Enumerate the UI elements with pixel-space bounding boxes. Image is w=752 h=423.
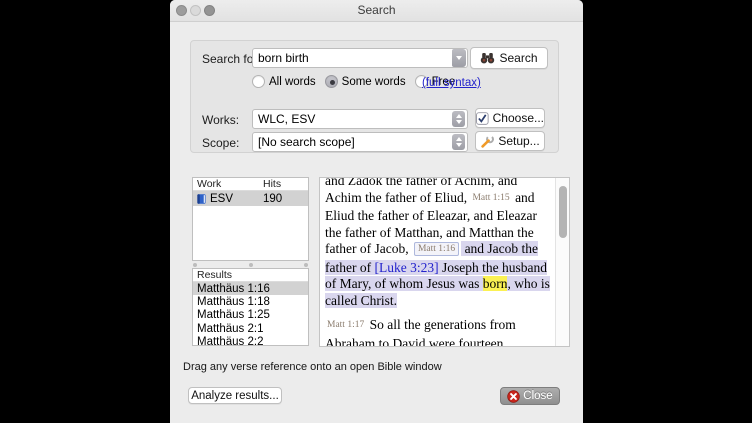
choose-button-label: Choose... (493, 111, 544, 125)
results-header: Results (193, 269, 308, 282)
verse-reference-label[interactable]: Matt 1:15 (470, 193, 511, 203)
verse-paragraph: and Zadok the father of Achim, and Achim… (325, 178, 552, 309)
desktop-background: Search Search for: (0, 0, 752, 423)
result-item[interactable]: Matthäus 2:1 (193, 322, 308, 335)
selected-verse-reference[interactable]: Matt 1:16 (414, 242, 459, 256)
scope-popup[interactable]: [No search scope] (252, 132, 468, 152)
result-item[interactable]: Matthäus 1:16 (193, 282, 308, 295)
choose-works-button[interactable]: Choose... (475, 108, 545, 128)
radio-icon (252, 75, 265, 88)
traffic-lights (176, 5, 215, 16)
window-title: Search (170, 0, 583, 21)
splitter-handle (304, 263, 308, 267)
up-down-stepper-icon (452, 111, 465, 127)
hits-table-header[interactable]: Work Hits (193, 178, 308, 191)
works-label: Works: (202, 113, 239, 127)
column-header-work[interactable]: Work (193, 178, 263, 190)
scope-popup-value: [No search scope] (253, 135, 452, 149)
checkbox-checked-icon (476, 112, 489, 125)
works-popup-value: WLC, ESV (253, 112, 452, 126)
full-syntax-link[interactable]: (full syntax) (422, 77, 481, 89)
book-icon (196, 193, 207, 205)
results-items: Matthäus 1:16Matthäus 1:18Matthäus 1:25M… (193, 282, 308, 346)
splitter-handle (249, 263, 253, 267)
result-item[interactable]: Matthäus 2:2 (193, 335, 308, 346)
splitter-handle (193, 263, 197, 267)
search-hit-highlight: born (483, 276, 508, 291)
search-button[interactable]: Search (470, 47, 548, 69)
up-down-stepper-icon (452, 134, 465, 150)
radio-label: All words (269, 76, 316, 88)
scope-setup-button[interactable]: Setup... (475, 131, 545, 151)
drag-hint-text: Drag any verse reference onto an open Bi… (183, 361, 442, 373)
vertical-scrollbar[interactable] (555, 178, 569, 346)
radio-icon (325, 75, 338, 88)
work-name: ESV (210, 193, 233, 205)
cross-reference-link[interactable]: [Luke 3:23] (374, 260, 438, 275)
window-titlebar[interactable]: Search (170, 0, 583, 22)
result-item[interactable]: Matthäus 1:18 (193, 295, 308, 308)
column-header-hits[interactable]: Hits (263, 178, 281, 190)
search-input-combo (252, 48, 468, 68)
close-button-label: Close (523, 390, 552, 402)
hits-table-rows: ESV 190 (193, 191, 308, 206)
works-popup[interactable]: WLC, ESV (252, 109, 468, 129)
radio-some-words[interactable]: Some words (325, 75, 406, 88)
verse-text-pane: and Zadok the father of Achim, and Achim… (319, 177, 570, 347)
search-input[interactable] (253, 49, 452, 67)
hits-table: Work Hits ESV 190 (192, 177, 309, 261)
close-window-button[interactable] (176, 5, 187, 16)
radio-label: Some words (342, 76, 406, 88)
verse-paragraph: Matt 1:17 So all the generations from Ab… (325, 317, 552, 346)
binoculars-icon (480, 52, 495, 64)
search-history-dropdown-button[interactable] (452, 49, 466, 67)
close-button[interactable]: Close (500, 387, 560, 405)
close-circle-icon (507, 390, 520, 403)
radio-all-words[interactable]: All words (252, 75, 316, 88)
zoom-window-button[interactable] (204, 5, 215, 16)
search-window: Search Search for: (170, 0, 583, 423)
verse-reference-label[interactable]: Matt 1:17 (325, 320, 366, 330)
scrollbar-thumb[interactable] (559, 186, 567, 238)
search-button-label: Search (499, 51, 537, 65)
setup-button-label: Setup... (498, 134, 539, 148)
panel-splitter[interactable] (192, 261, 309, 268)
wrench-icon (480, 135, 494, 148)
scope-label: Scope: (202, 136, 239, 150)
hits-table-row[interactable]: ESV 190 (193, 191, 308, 206)
hit-count: 190 (263, 193, 282, 205)
search-options-panel: Search for: Search (190, 40, 559, 153)
results-list: Results Matthäus 1:16Matthäus 1:18Matthä… (192, 268, 309, 346)
chevron-down-icon (456, 56, 462, 60)
verse-text-content[interactable]: and Zadok the father of Achim, and Achim… (320, 178, 555, 346)
analyze-results-button[interactable]: Analyze results... (188, 387, 282, 404)
result-item[interactable]: Matthäus 1:25 (193, 309, 308, 322)
minimize-window-button[interactable] (190, 5, 201, 16)
